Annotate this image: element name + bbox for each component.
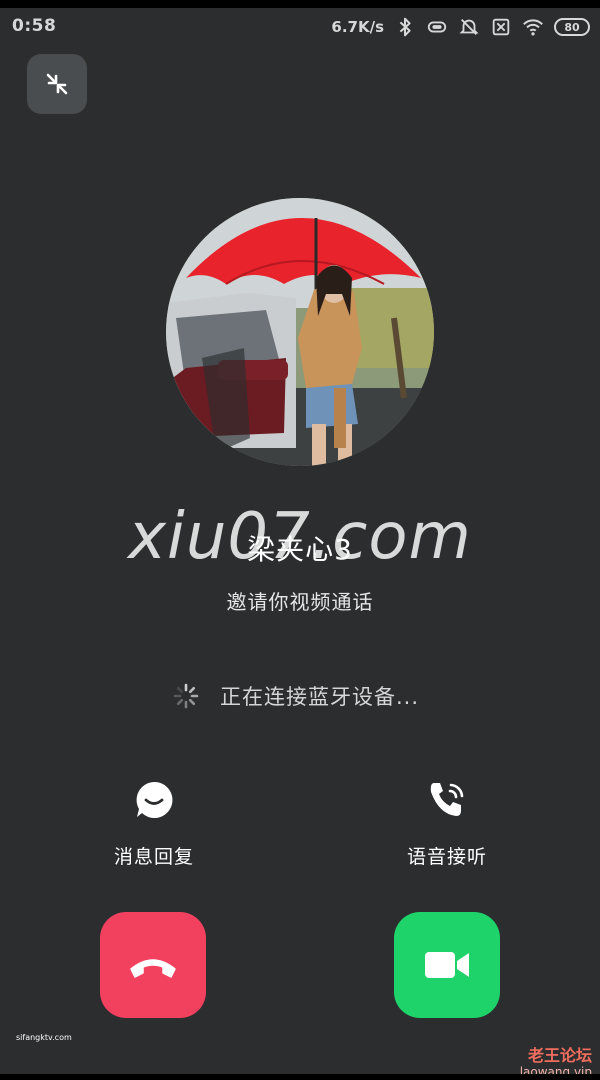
phone-voice-icon [430,783,464,816]
wifi-icon [523,19,543,36]
caller-avatar-photo [166,198,434,466]
vibrate-icon [427,21,447,33]
status-time: 0:58 [12,16,57,36]
invite-text: 邀请你视频通话 [226,590,374,614]
accept-video-call-button[interactable] [394,912,500,1018]
bluetooth-icon [399,17,411,37]
hang-up-icon [130,959,176,978]
bluetooth-connecting-status: 正在连接蓝牙设备... [172,676,419,716]
mute-icon [459,19,479,35]
bluetooth-status-text: 正在连接蓝牙设备... [220,685,420,709]
battery-icon: 80 [554,18,590,36]
top-edge [0,0,600,8]
loading-spinner-icon [173,683,199,709]
battery-level: 80 [564,20,580,34]
minimize-button[interactable] [27,54,87,114]
video-camera-icon [425,952,469,978]
watermark-sifangktv: sifangktv.com [16,1033,72,1042]
message-bubble-icon [136,781,173,818]
status-icons: 6.7K/s 80 [331,14,590,40]
status-bar: 0:58 6.7K/s 80 [0,8,600,46]
message-reply-button[interactable]: 消息回复 [74,776,234,869]
network-speed: 6.7K/s [331,18,384,36]
caller-avatar [166,198,434,466]
caller-name: 梁夹心3 [247,533,353,566]
voice-answer-label: 语音接听 [406,846,487,868]
message-reply-label: 消息回复 [113,846,194,868]
decline-call-button[interactable] [100,912,206,1018]
incoming-video-call-screen: 0:58 6.7K/s 80 xiu07.com 梁夹心3 邀请你视频通话 正在… [0,0,600,1080]
collapse-arrows-icon [46,73,68,95]
watermark-forum-name: 老王论坛 [527,1046,592,1065]
no-sim-icon [492,18,510,36]
bottom-edge [0,1074,600,1080]
voice-answer-button[interactable]: 语音接听 [367,776,527,869]
